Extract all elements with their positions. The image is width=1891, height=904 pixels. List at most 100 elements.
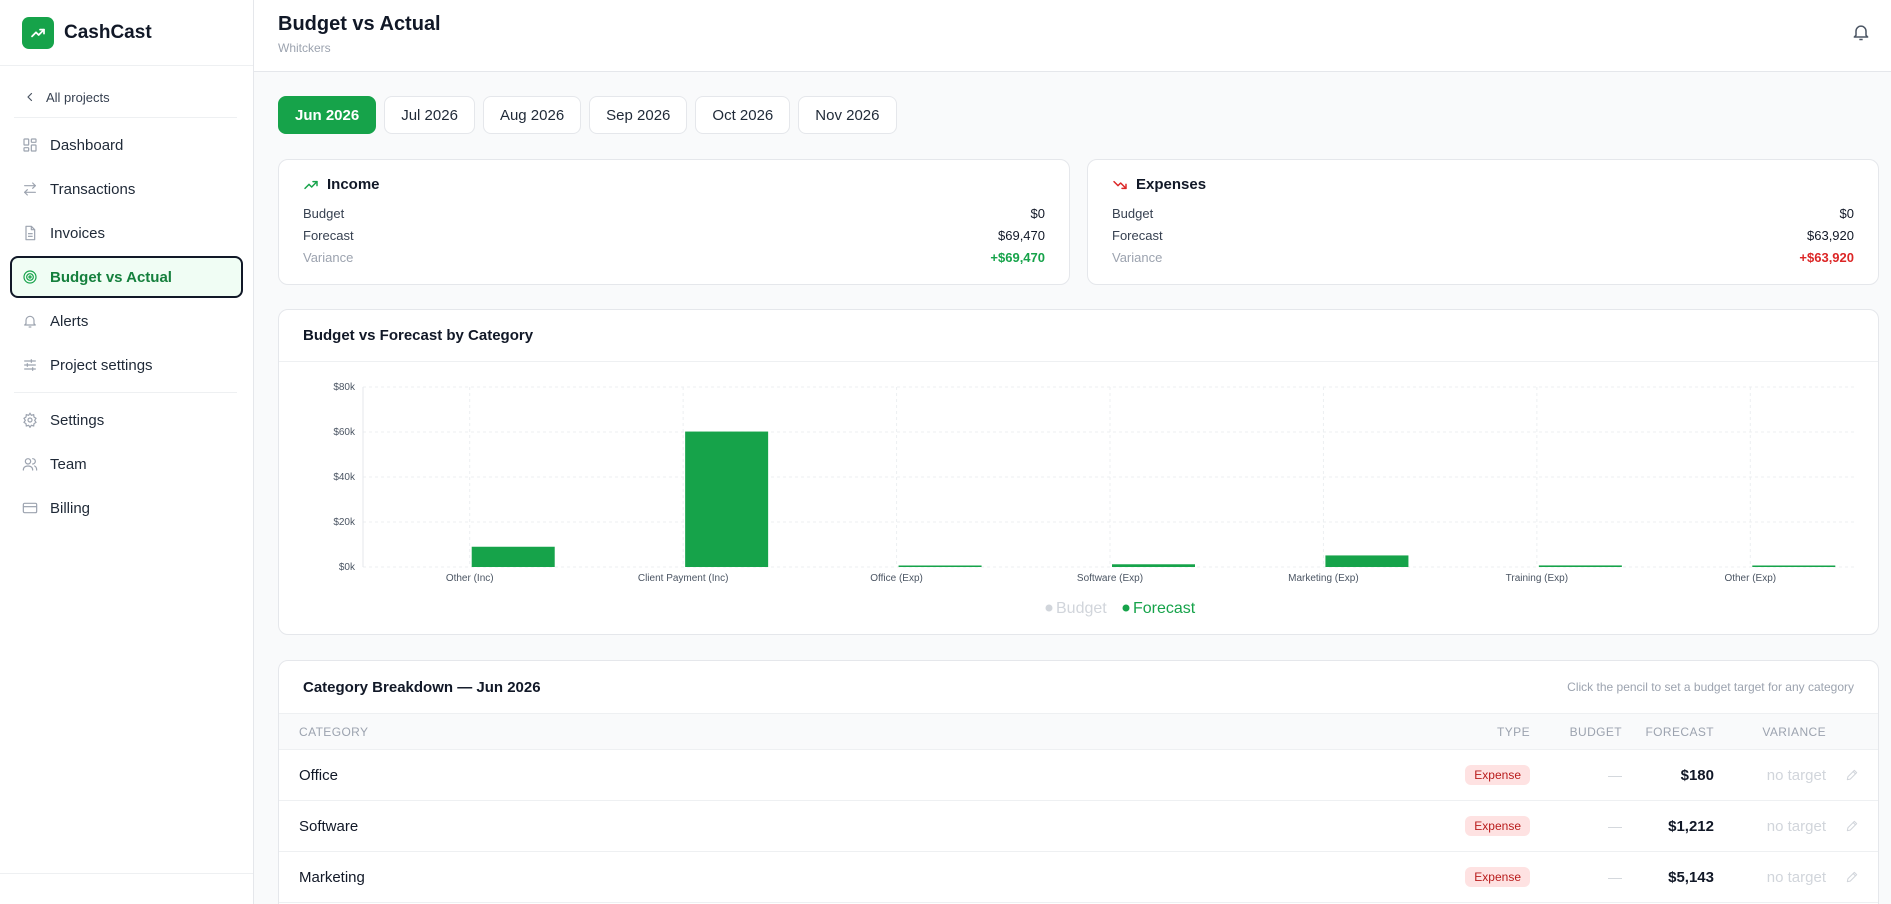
notifications-button[interactable] [1851,22,1871,45]
x-tick-label: Training (Exp) [1506,573,1568,584]
row-category: Marketing [299,868,365,886]
row-budget: — [1608,869,1622,885]
x-tick-label: Software (Exp) [1077,573,1143,584]
sidebar-item-alerts[interactable]: Alerts [10,300,243,342]
all-projects-link[interactable]: All projects [0,77,253,117]
table-row: Office Expense — $180 no target [279,750,1878,801]
sidebar-nav-primary: Dashboard Transactions Invoices Budget v… [0,118,253,392]
gear-icon [23,412,37,428]
sidebar-item-label: Alerts [50,312,89,330]
income-budget-label: Budget [303,205,345,221]
income-variance-line: Variance +$69,470 [303,246,1045,268]
chart-card: Budget vs Forecast by Category $0k $20k $4… [278,309,1879,635]
sidebar-item-dashboard[interactable]: Dashboard [10,124,243,166]
bar-forecast [898,565,982,567]
x-tick-label: Marketing (Exp) [1288,573,1359,584]
bar-forecast [471,546,555,567]
top-bar: Budget vs Actual Whitckers [254,0,1891,72]
row-category: Software [299,817,359,835]
table-row: Software Expense — $1,212 no target [279,801,1878,852]
row-forecast: $5,143 [1668,868,1714,886]
target-icon [23,270,37,284]
main-area: Budget vs Actual Whitckers Jun 2026 Jul … [254,0,1891,904]
sidebar-item-label: Budget vs Actual [50,268,172,286]
income-variance-label: Variance [303,249,354,265]
sidebar-item-label: Billing [50,499,91,517]
bar-forecast [685,431,769,567]
column-category: CATEGORY [299,724,369,739]
bar-forecast [1752,565,1836,567]
type-badge: Expense [1465,867,1530,887]
tab-oct-2026[interactable]: Oct 2026 [695,96,791,134]
sidebar-item-billing[interactable]: Billing [10,487,243,529]
column-forecast: FORECAST [1645,724,1714,739]
all-projects-label: All projects [46,89,110,105]
row-forecast: $1,212 [1668,817,1714,835]
expenses-title: Expenses [1136,176,1207,193]
category-breakdown-card: Category Breakdown — Jun 2026 Click the … [278,660,1879,904]
x-tick-label: Office (Exp) [870,573,923,584]
tab-aug-2026[interactable]: Aug 2026 [482,96,582,134]
app-root: CashCast All projects Dashboard Transact… [0,0,1891,904]
expenses-budget-line: Budget $0 [1112,202,1854,224]
row-variance: no target [1766,817,1826,835]
tab-jul-2026[interactable]: Jul 2026 [384,96,475,134]
bar-forecast [1538,565,1622,567]
row-type: Expense [1430,765,1530,785]
tab-nov-2026[interactable]: Nov 2026 [798,96,897,134]
expenses-budget-value: $0 [1839,205,1854,221]
table-title: Category Breakdown — Jun 2026 [303,678,541,696]
sidebar-item-label: Settings [50,411,105,429]
expenses-variance-label: Variance [1112,249,1163,265]
users-icon [22,458,38,471]
type-badge: Expense [1465,816,1530,836]
expenses-variance-line: Variance +$63,920 [1112,246,1854,268]
row-budget: — [1608,767,1622,783]
y-tick-label: $0k [339,562,356,573]
edit-budget-button[interactable] [1826,819,1878,833]
y-tick-label: $40k [333,472,356,483]
sidebar-item-budget-vs-actual[interactable]: Budget vs Actual [10,256,243,298]
sidebar-footer-divider [0,873,253,874]
edit-budget-button[interactable] [1826,768,1878,782]
chevron-left-icon [27,92,33,102]
chart-title: Budget vs Forecast by Category [279,310,1878,362]
sidebar-item-label: Transactions [50,180,136,198]
pencil-icon [1846,871,1858,883]
expenses-card-header: Expenses [1112,176,1854,193]
trending-down-icon [1113,180,1127,189]
row-category: Office [299,766,338,784]
card-icon [22,502,38,514]
project-name: Whitckers [278,41,331,55]
expenses-card: Expenses Budget $0 Forecast $63,920 Vari… [1087,159,1879,285]
row-type: Expense [1430,816,1530,836]
sidebar-item-project-settings[interactable]: Project settings [10,344,243,386]
sidebar-item-invoices[interactable]: Invoices [10,212,243,254]
expenses-budget-label: Budget [1112,205,1154,221]
expenses-variance-value: +$63,920 [1799,249,1854,265]
grid-icon [23,138,37,152]
row-variance: no target [1766,766,1826,784]
row-variance: no target [1766,868,1826,886]
legend-label-forecast: Forecast [1133,600,1196,617]
sidebar-item-transactions[interactable]: Transactions [10,168,243,210]
sidebar-nav-secondary: Settings Team Billing [0,393,253,535]
tab-jun-2026[interactable]: Jun 2026 [278,96,377,134]
x-tick-label: Other (Exp) [1724,573,1776,584]
sidebar-item-label: Dashboard [50,136,124,154]
column-type: TYPE [1497,724,1530,739]
income-card-header: Income [303,176,1045,193]
sidebar-item-settings[interactable]: Settings [10,399,243,441]
brand-name: CashCast [64,21,152,43]
content: Jun 2026 Jul 2026 Aug 2026 Sep 2026 Oct … [254,72,1891,904]
bar-forecast [1325,555,1409,567]
legend-label-budget: Budget [1056,600,1107,617]
table-column-headers: CATEGORY TYPE BUDGET FORECAST VARIANCE [279,714,1878,750]
sidebar-item-team[interactable]: Team [10,443,243,485]
sliders-icon [24,359,36,371]
edit-budget-button[interactable] [1826,870,1878,884]
summary-row: Income Budget $0 Forecast $69,470 Varian… [278,159,1879,285]
tab-sep-2026[interactable]: Sep 2026 [589,96,688,134]
bell-icon [24,315,36,328]
type-badge: Expense [1465,765,1530,785]
